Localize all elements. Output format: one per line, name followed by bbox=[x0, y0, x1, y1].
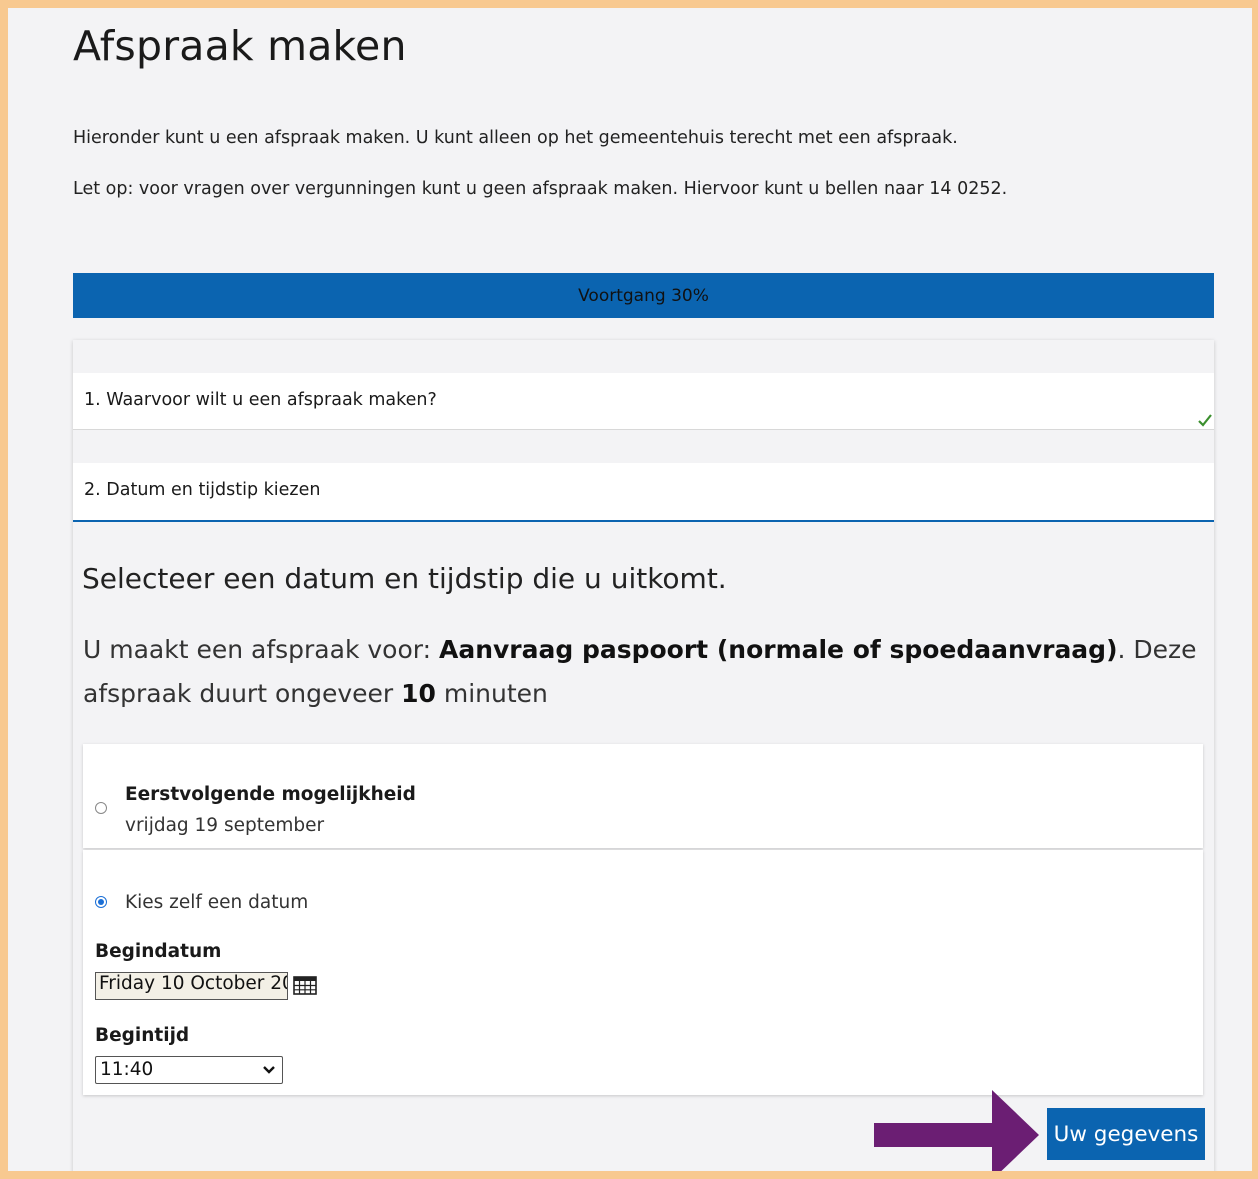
progress-bar: Voortgang 30% bbox=[73, 273, 1214, 318]
radio-choose-date[interactable] bbox=[95, 896, 107, 908]
start-date-input[interactable]: Friday 10 October 20 bbox=[95, 972, 288, 1000]
intro-text: Hieronder kunt u een afspraak maken. U k… bbox=[73, 128, 958, 148]
form-card: 1. Waarvoor wilt u een afspraak maken? 2… bbox=[73, 340, 1214, 1171]
step-1-header[interactable]: 1. Waarvoor wilt u een afspraak maken? bbox=[73, 373, 1214, 430]
start-time-label: Begintijd bbox=[95, 1025, 190, 1046]
option-next-available[interactable]: Eerstvolgende mogelijkheid vrijdag 19 se… bbox=[83, 744, 1203, 848]
step-label: 1. Waarvoor wilt u een afspraak maken? bbox=[84, 390, 437, 410]
page-title: Afspraak maken bbox=[73, 22, 407, 70]
info-minutes: 10 bbox=[401, 679, 436, 708]
start-time-value: 11:40 bbox=[100, 1059, 154, 1080]
calendar-icon[interactable] bbox=[293, 975, 317, 995]
progress-label: Voortgang 30% bbox=[578, 285, 709, 306]
radio-next-available[interactable] bbox=[95, 802, 107, 814]
option-choose-date[interactable]: Kies zelf een datum Begindatum Friday 10… bbox=[83, 850, 1203, 1095]
arrow-right-icon bbox=[874, 1090, 1039, 1171]
notice-text: Let op: voor vragen over vergunningen ku… bbox=[73, 179, 1008, 199]
appointment-info: U maakt een afspraak voor: Aanvraag pasp… bbox=[83, 628, 1203, 716]
next-button[interactable]: Uw gegevens bbox=[1047, 1108, 1205, 1160]
step-2-header[interactable]: 2. Datum en tijdstip kiezen bbox=[73, 463, 1214, 522]
option-title: Eerstvolgende mogelijkheid bbox=[125, 784, 416, 805]
step-label: 2. Datum en tijdstip kiezen bbox=[84, 480, 321, 500]
start-date-label: Begindatum bbox=[95, 941, 222, 962]
info-product: Aanvraag paspoort (normale of spoedaanvr… bbox=[438, 635, 1118, 664]
info-suffix: minuten bbox=[435, 679, 548, 708]
page-frame: Afspraak maken Hieronder kunt u een afsp… bbox=[8, 8, 1252, 1171]
start-time-select[interactable]: 11:40 bbox=[95, 1056, 283, 1084]
step-heading: Selecteer een datum en tijdstip die u ui… bbox=[82, 562, 727, 595]
info-prefix: U maakt een afspraak voor: bbox=[83, 635, 439, 664]
option-label: Kies zelf een datum bbox=[125, 892, 309, 913]
option-date: vrijdag 19 september bbox=[125, 815, 325, 836]
chevron-down-icon bbox=[263, 1066, 275, 1074]
check-icon bbox=[1198, 414, 1212, 427]
